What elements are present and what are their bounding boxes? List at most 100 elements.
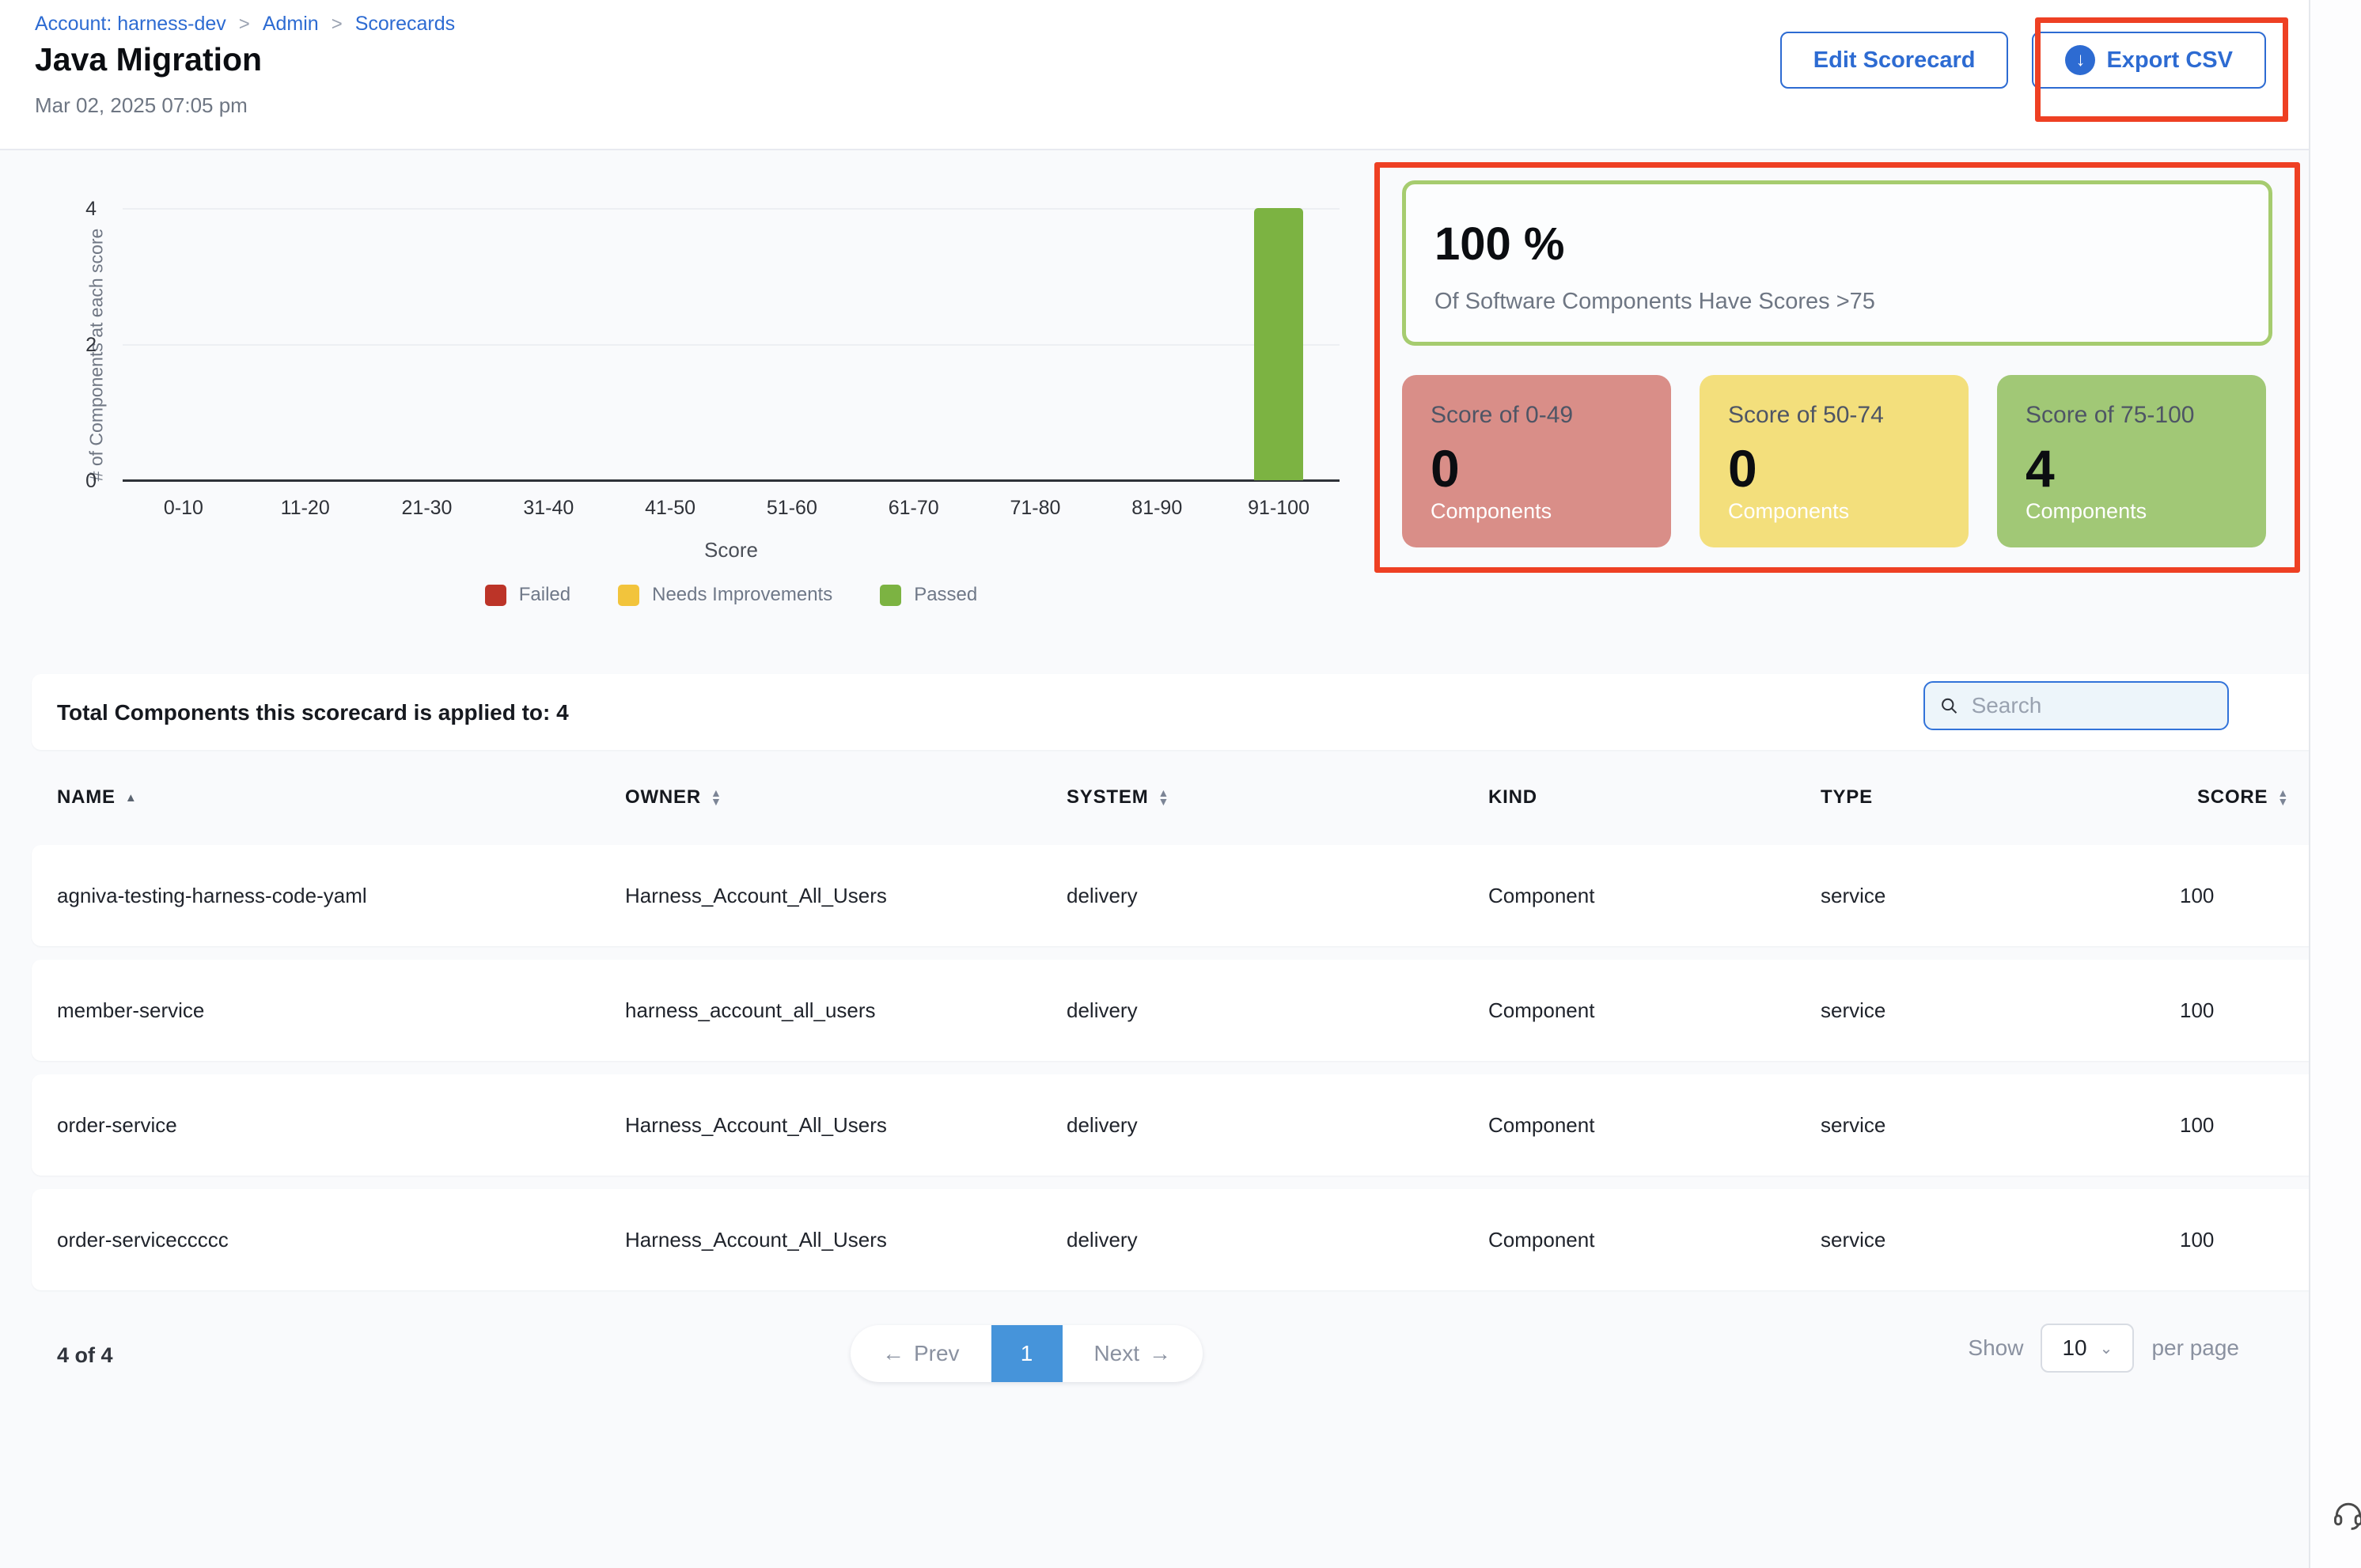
total-components-label: Total Components this scorecard is appli…	[57, 700, 569, 725]
legend-item-passed[interactable]: Passed	[880, 584, 977, 606]
breadcrumb-scorecards-link[interactable]: Scorecards	[355, 13, 455, 36]
y-tick-2: 2	[65, 334, 97, 357]
page-size-select[interactable]: 10 ⌄	[2041, 1324, 2134, 1373]
percentage-value: 100 %	[1434, 218, 1564, 271]
table-row[interactable]: member-service harness_account_all_users…	[32, 960, 2329, 1061]
legend-item-failed[interactable]: Failed	[485, 584, 570, 606]
cell-system: delivery	[1067, 1228, 1488, 1252]
right-edge-strip	[2310, 0, 2361, 1568]
failed-swatch-icon	[485, 585, 506, 606]
show-label: Show	[1968, 1335, 2023, 1361]
cell-score: 100	[2148, 884, 2329, 908]
table-toolbar-card: Total Components this scorecard is appli…	[32, 674, 2329, 750]
page-title: Java Migration	[35, 41, 262, 78]
column-header-name[interactable]: NAME ▲	[32, 786, 625, 809]
sort-both-icon: ▲▼	[1158, 789, 1169, 806]
legend-item-needs-improvements[interactable]: Needs Improvements	[618, 584, 832, 606]
y-tick-0: 0	[65, 470, 97, 493]
chevron-right-icon: >	[239, 13, 250, 36]
column-header-system[interactable]: SYSTEM ▲▼	[1067, 786, 1488, 809]
breadcrumb-admin-link[interactable]: Admin	[263, 13, 319, 36]
column-header-owner[interactable]: OWNER ▲▼	[625, 786, 1067, 809]
score-card-value: 0	[1431, 438, 1460, 498]
bar-slot	[853, 208, 975, 480]
cell-name: order-service	[32, 1113, 625, 1138]
column-label: SYSTEM	[1067, 786, 1148, 809]
cell-system: delivery	[1067, 884, 1488, 908]
score-card-value: 4	[2026, 438, 2055, 498]
cell-score: 100	[2148, 1228, 2329, 1252]
legend-label: Needs Improvements	[652, 584, 832, 606]
chart-x-axis-title: Score	[123, 538, 1340, 562]
edit-scorecard-label: Edit Scorecard	[1813, 47, 1976, 74]
column-label: KIND	[1488, 786, 1537, 809]
page-date: Mar 02, 2025 07:05 pm	[35, 93, 248, 118]
page-number-1[interactable]: 1	[991, 1325, 1063, 1382]
cell-name: order-serviceccccc	[32, 1228, 625, 1252]
chevron-right-icon: >	[332, 13, 343, 36]
table-header-row: NAME ▲ OWNER ▲▼ SYSTEM ▲▼ KIND TYPE SCOR…	[32, 750, 2329, 845]
prev-page-button[interactable]: ← Prev	[851, 1325, 991, 1382]
cell-type: service	[1821, 1228, 2148, 1252]
bar-slot	[123, 208, 244, 480]
table-row[interactable]: order-service Harness_Account_All_Users …	[32, 1074, 2329, 1176]
x-tick-label: 91-100	[1218, 497, 1340, 520]
next-label: Next	[1093, 1341, 1139, 1366]
percentage-subtitle: Of Software Components Have Scores >75	[1434, 289, 1875, 315]
edit-scorecard-button[interactable]: Edit Scorecard	[1780, 32, 2009, 89]
x-tick-label: 41-50	[609, 497, 731, 520]
table-row[interactable]: agniva-testing-harness-code-yaml Harness…	[32, 845, 2329, 946]
x-tick-label: 21-30	[366, 497, 488, 520]
page-size-control: Show 10 ⌄ per page	[1968, 1324, 2239, 1373]
search-input[interactable]	[1970, 692, 2213, 719]
sort-ascending-icon: ▲	[125, 791, 138, 805]
cell-kind: Component	[1488, 1113, 1821, 1138]
x-axis-labels: 0-10 11-20 21-30 31-40 41-50 51-60 61-70…	[123, 497, 1340, 520]
table-row[interactable]: order-serviceccccc Harness_Account_All_U…	[32, 1189, 2329, 1290]
support-headset-icon[interactable]	[2331, 1495, 2361, 1537]
score-distribution-chart: # of Components at each score 4 2 0 0-10	[0, 166, 1361, 641]
column-label: SCORE	[2197, 786, 2268, 809]
prev-label: Prev	[914, 1341, 960, 1366]
page-size-value: 10	[2062, 1335, 2086, 1361]
arrow-left-icon: ←	[882, 1341, 904, 1366]
cell-name: member-service	[32, 998, 625, 1023]
cell-owner: Harness_Account_All_Users	[625, 1113, 1067, 1138]
x-tick-label: 31-40	[487, 497, 609, 520]
download-icon: ↓	[2065, 45, 2095, 75]
x-tick-label: 51-60	[731, 497, 853, 520]
next-page-button[interactable]: Next →	[1063, 1325, 1203, 1382]
chevron-down-icon: ⌄	[2100, 1339, 2113, 1358]
overall-percentage-card: 100 % Of Software Components Have Scores…	[1402, 180, 2272, 346]
score-card-title: Score of 50-74	[1728, 402, 1940, 429]
cell-type: service	[1821, 1113, 2148, 1138]
export-csv-label: Export CSV	[2106, 47, 2233, 74]
legend-label: Passed	[914, 584, 977, 606]
x-tick-label: 71-80	[975, 497, 1097, 520]
breadcrumb-account-link[interactable]: Account: harness-dev	[35, 13, 226, 36]
right-edge-divider	[2309, 0, 2310, 1568]
score-card-title: Score of 75-100	[2026, 402, 2238, 429]
per-page-label: per page	[2151, 1335, 2239, 1361]
column-header-kind: KIND	[1488, 786, 1821, 809]
scorecard-details-page: Account: harness-dev > Admin > Scorecard…	[0, 0, 2361, 1568]
needs-improvements-swatch-icon	[618, 585, 639, 606]
column-label: OWNER	[625, 786, 701, 809]
cell-score: 100	[2148, 1113, 2329, 1138]
bar-slot	[975, 208, 1097, 480]
cell-owner: Harness_Account_All_Users	[625, 1228, 1067, 1252]
bar-slot	[731, 208, 853, 480]
breadcrumb: Account: harness-dev > Admin > Scorecard…	[35, 13, 455, 36]
bar-91-100	[1254, 208, 1303, 480]
cell-kind: Component	[1488, 1228, 1821, 1252]
sort-both-icon: ▲▼	[2277, 789, 2289, 806]
bar-slot	[366, 208, 488, 480]
column-header-score[interactable]: SCORE ▲▼	[2148, 786, 2329, 809]
score-card-title: Score of 0-49	[1431, 402, 1643, 429]
x-tick-label: 61-70	[853, 497, 975, 520]
column-header-type: TYPE	[1821, 786, 2148, 809]
chart-legend: Failed Needs Improvements Passed	[123, 584, 1340, 606]
cell-kind: Component	[1488, 998, 1821, 1023]
bar-slot	[244, 208, 366, 480]
export-csv-button[interactable]: ↓ Export CSV	[2032, 32, 2266, 89]
